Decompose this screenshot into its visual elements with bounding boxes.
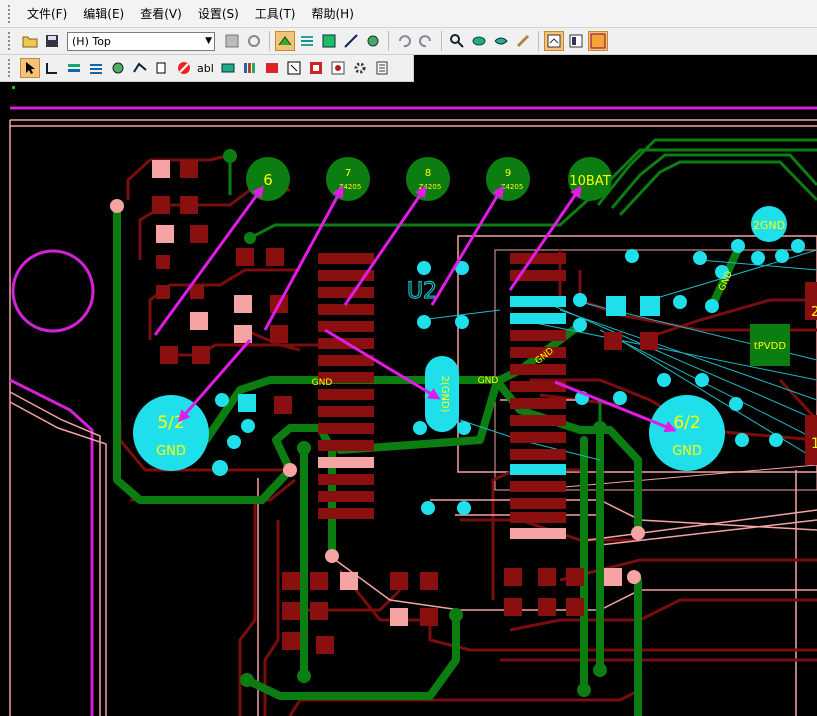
pad-9 [486,157,530,201]
delete-icon[interactable] [174,58,194,78]
trace-gnd-label: GND [312,378,333,388]
svg-text:abl: abl [197,62,214,75]
edge-label-1: 1 [811,436,817,452]
board-outline-icon[interactable] [284,58,304,78]
select-icon[interactable] [20,58,40,78]
open-icon[interactable] [20,31,40,51]
copper-icon[interactable] [86,58,106,78]
pcb-canvas[interactable]: 6 7 Z4205 8 Z4205 9 Z4205 10BAT 5/2 GND … [0,82,817,716]
view-icon[interactable] [469,31,489,51]
menu-tools[interactable]: 工具(T) [247,3,304,24]
standard-toolbar: (H) Top ▼ [0,28,817,55]
toolbar-separator [388,31,389,51]
pad-7-label: 7 [345,168,351,179]
layer-pair-icon[interactable] [64,58,84,78]
pad-6-label: 6 [263,171,273,189]
menu-edit[interactable]: 编辑(E) [75,3,132,24]
pad-10-label: 10BAT [569,174,610,189]
pad-5-2 [133,395,209,471]
cut-icon[interactable] [152,58,172,78]
cam-icon[interactable] [328,58,348,78]
menu-file[interactable]: 文件(F) [19,3,75,24]
pad-6-2 [649,395,725,471]
toolbar-separator [269,31,270,51]
move-icon[interactable] [42,58,62,78]
text-icon[interactable]: abl [196,58,216,78]
silk-u2-label: U2 [407,279,437,304]
pad-7 [326,157,370,201]
menu-setup[interactable]: 设置(S) [190,3,247,24]
trace-gnd-label: GND [478,376,499,386]
output-window-icon[interactable] [544,31,564,51]
pad-6-2-num: 6/2 [673,413,700,433]
arrow-pad-9 [430,185,504,306]
drc-icon[interactable] [306,58,326,78]
library-icon[interactable] [240,58,260,78]
report-icon[interactable] [372,58,392,78]
toolbar-separator [441,31,442,51]
pad-8-label: 8 [425,168,431,179]
project-explorer-icon[interactable] [566,31,586,51]
route-icon[interactable] [297,31,317,51]
pad-8 [406,157,450,201]
board-edge-left [9,378,94,716]
gear-icon[interactable] [350,58,370,78]
pad-9-label: 9 [505,168,511,179]
menu-help[interactable]: 帮助(H) [304,3,362,24]
brush-icon[interactable] [513,31,533,51]
zoom-icon[interactable] [447,31,467,51]
dimension-icon[interactable] [262,58,282,78]
pads-router-icon[interactable] [588,31,608,51]
layer-select[interactable]: (H) Top ▼ [67,31,215,51]
line-icon[interactable] [341,31,361,51]
mounting-hole [11,249,95,333]
pad-2gnd-label: 2GND [753,219,785,232]
component-icon[interactable] [363,31,383,51]
layer-select-value: (H) Top [72,34,111,48]
auto-route-icon[interactable] [130,58,150,78]
pan-icon[interactable] [491,31,511,51]
pad-2sub-label: 2(GND) [439,375,450,412]
save-icon[interactable] [42,31,62,51]
pad-5-2-net: GND [156,444,186,459]
toolbar-grip[interactable] [8,32,13,50]
menubar-grip[interactable] [8,4,13,23]
design-mode-icon[interactable] [275,31,295,51]
pad-tpvdd-label: tPVDD [754,341,786,352]
via-icon[interactable] [108,58,128,78]
chevron-down-icon: ▼ [205,36,212,46]
pad-5-2-num: 5/2 [157,413,184,433]
edge-label-2: 2 [811,305,817,320]
properties-icon[interactable] [222,31,242,51]
toolbar-grip[interactable] [8,59,13,77]
pad-9-sub: Z4205 [501,183,524,191]
redo-icon[interactable] [416,31,436,51]
menu-bar: 文件(F) 编辑(E) 查看(V) 设置(S) 工具(T) 帮助(H) [0,0,817,28]
menu-view[interactable]: 查看(V) [132,3,190,24]
pcb-layout[interactable]: 6 7 Z4205 8 Z4205 9 Z4205 10BAT 5/2 GND … [0,82,817,716]
undo-icon[interactable] [394,31,414,51]
arrow-pad-6-2 [554,380,677,433]
pad-6-2-net: GND [672,444,702,459]
pour-icon[interactable] [319,31,339,51]
label-icon[interactable] [218,58,238,78]
toolbar-separator [538,31,539,51]
design-toolbar: abl [0,55,414,82]
origin-marker [12,86,15,89]
refresh-icon[interactable] [244,31,264,51]
